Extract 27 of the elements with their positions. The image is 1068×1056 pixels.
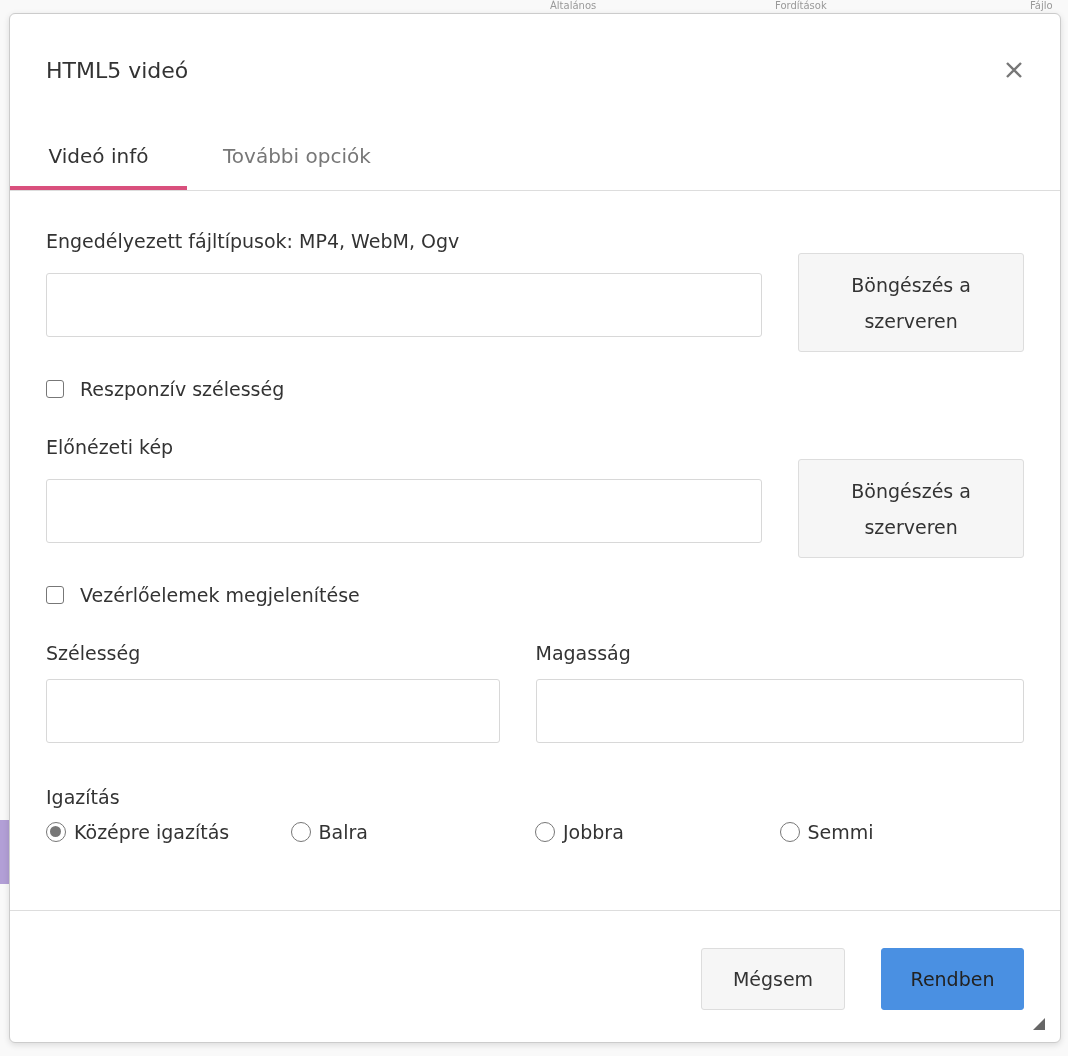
radio-label: Balra xyxy=(318,821,368,843)
field-label: Magasság xyxy=(535,641,632,665)
cancel-button[interactable]: Mégsem xyxy=(701,947,845,1010)
checkbox-label: Vezérlőelemek megjelenítése xyxy=(80,584,360,606)
field-label: Előnézeti kép xyxy=(46,435,175,459)
checkbox-label: Reszponzív szélesség xyxy=(80,378,285,400)
browse-button[interactable]: Böngészés a szerveren xyxy=(798,459,1024,558)
radio-label: Semmi xyxy=(807,821,874,843)
close-icon xyxy=(1005,61,1023,79)
dialog-title: HTML5 videó xyxy=(46,57,189,83)
browse-button[interactable]: Böngészés a szerveren xyxy=(798,253,1024,352)
field-label: Igazítás xyxy=(46,785,121,809)
radio-label: Jobbra xyxy=(563,821,624,843)
tab[interactable]: Videó infó xyxy=(10,126,187,190)
field-label: Engedélyezett fájltípusok: MP4, WebM, Ogv xyxy=(46,229,461,253)
input-field[interactable] xyxy=(535,679,1024,743)
checkbox[interactable] xyxy=(46,380,64,398)
input-field[interactable] xyxy=(46,679,500,743)
input-field[interactable] xyxy=(46,273,763,337)
field-label: Szélesség xyxy=(46,641,142,665)
tab[interactable]: További opciók xyxy=(187,126,407,190)
input-field[interactable] xyxy=(46,479,763,543)
radio-label: Középre igazítás xyxy=(74,821,230,843)
close-button[interactable] xyxy=(1004,60,1024,80)
resize-handle-icon[interactable] xyxy=(1033,1018,1045,1030)
checkbox[interactable] xyxy=(46,586,64,604)
ok-button[interactable]: Rendben xyxy=(881,947,1024,1010)
